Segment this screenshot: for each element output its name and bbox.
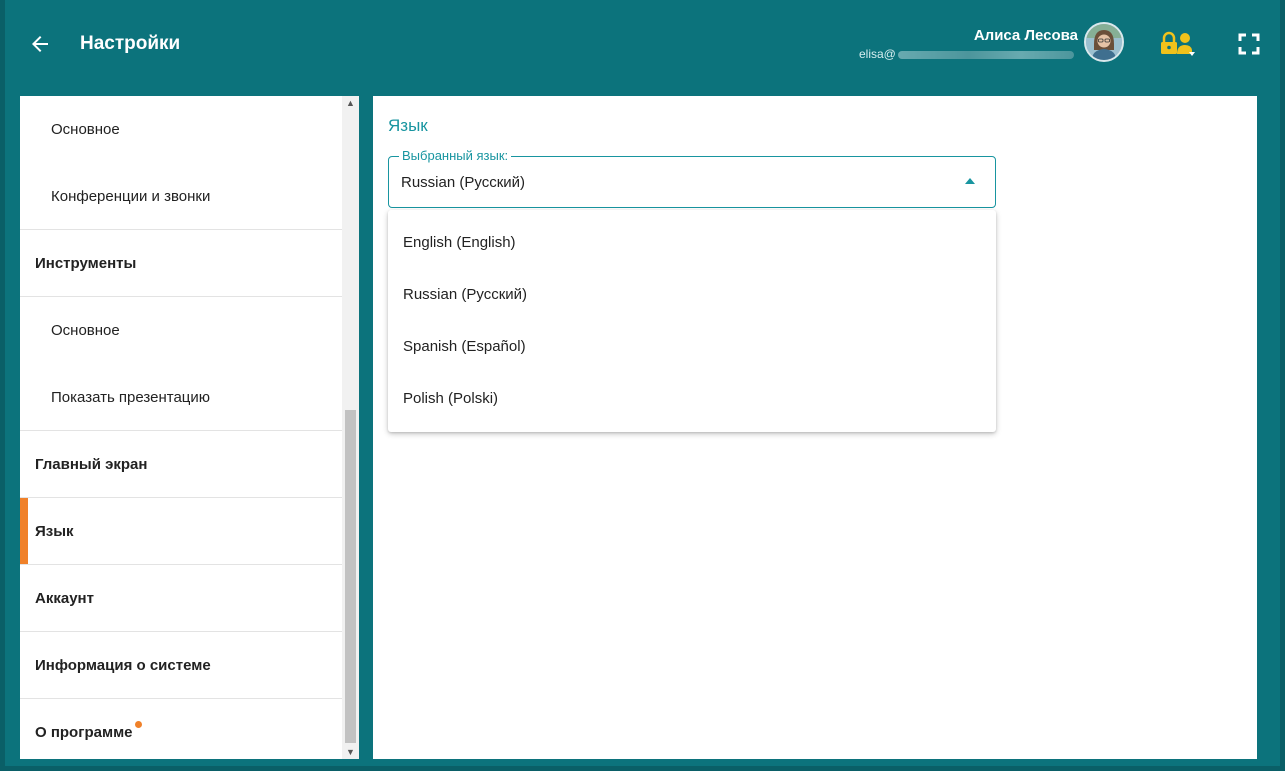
select-label: Выбранный язык:: [399, 148, 512, 163]
sidebar-list: Основное Конференции и звонки Инструмент…: [20, 96, 342, 759]
sidebar-item-tools-general[interactable]: Основное: [20, 297, 342, 364]
user-email-text: elisa@: [859, 47, 896, 61]
language-panel: Язык Выбранный язык: Russian (Русский) E…: [373, 96, 1257, 759]
sidebar-item-label: Конференции и звонки: [51, 187, 211, 205]
select-value: Russian (Русский): [401, 174, 526, 191]
sidebar-scrollbar[interactable]: ▲ ▼: [342, 96, 359, 759]
back-button[interactable]: [24, 28, 56, 60]
sidebar-item-label: Основное: [51, 322, 120, 339]
section-title: Язык: [388, 116, 428, 135]
sidebar-item-home-screen[interactable]: Главный экран: [20, 431, 342, 498]
notification-badge: [134, 721, 142, 728]
scroll-up-button[interactable]: ▲: [342, 96, 359, 110]
option-russian[interactable]: Russian (Русский): [388, 268, 996, 320]
page-title: Настройки: [80, 33, 181, 54]
sidebar-item-general[interactable]: Основное: [20, 96, 342, 163]
sidebar-item-label: Информация о системе: [35, 656, 211, 674]
user-name: Алиса Лесова: [973, 27, 1078, 44]
top-bar: Настройки Алиса Лесова elisa@: [0, 0, 1285, 90]
sidebar-item-language[interactable]: Язык: [20, 498, 342, 565]
option-spanish[interactable]: Spanish (Español): [388, 320, 996, 372]
scroll-down-button[interactable]: ▼: [342, 745, 359, 759]
sidebar-item-label: Язык: [35, 522, 74, 540]
email-redaction: [897, 50, 1074, 59]
option-polish[interactable]: Polish (Polski): [388, 372, 996, 424]
user-email: elisa@: [859, 47, 1074, 61]
sidebar-item-label: Основное: [51, 121, 120, 138]
chevron-down-icon: ▼: [346, 747, 355, 757]
scrollbar-thumb[interactable]: [345, 410, 356, 743]
chevron-up-icon: ▲: [346, 98, 355, 108]
language-dropdown: English (English) Russian (Русский) Span…: [388, 210, 996, 432]
fullscreen-icon: [1238, 33, 1260, 55]
sidebar-item-label: Показать презентацию: [51, 388, 211, 406]
lock-user-icon: [1161, 31, 1195, 56]
settings-sidebar: Основное Конференции и звонки Инструмент…: [20, 96, 359, 759]
arrow-left-icon: [32, 36, 48, 52]
sidebar-item-label: Главный экран: [35, 455, 148, 473]
fullscreen-button[interactable]: [1236, 31, 1262, 57]
sidebar-item-show-presentation[interactable]: Показать презентацию: [20, 364, 342, 431]
sidebar-item-system-info[interactable]: Информация о системе: [20, 632, 342, 699]
sidebar-item-label: Инструменты: [35, 254, 137, 272]
sidebar-item-label: Аккаунт: [35, 589, 94, 607]
sidebar-item-account[interactable]: Аккаунт: [20, 565, 342, 632]
sidebar-item-tools[interactable]: Инструменты: [20, 230, 342, 297]
sidebar-item-label: О программе: [35, 724, 133, 741]
option-english[interactable]: English (English): [388, 216, 996, 268]
avatar[interactable]: [1084, 22, 1124, 62]
user-photo-icon: [1086, 24, 1122, 60]
lock-user-button[interactable]: [1158, 28, 1198, 60]
language-select[interactable]: Выбранный язык: Russian (Русский): [388, 148, 996, 208]
caret-up-icon: [965, 178, 975, 184]
sidebar-item-conferences-calls[interactable]: Конференции и звонки: [20, 163, 342, 230]
sidebar-item-about[interactable]: О программе: [20, 699, 342, 759]
